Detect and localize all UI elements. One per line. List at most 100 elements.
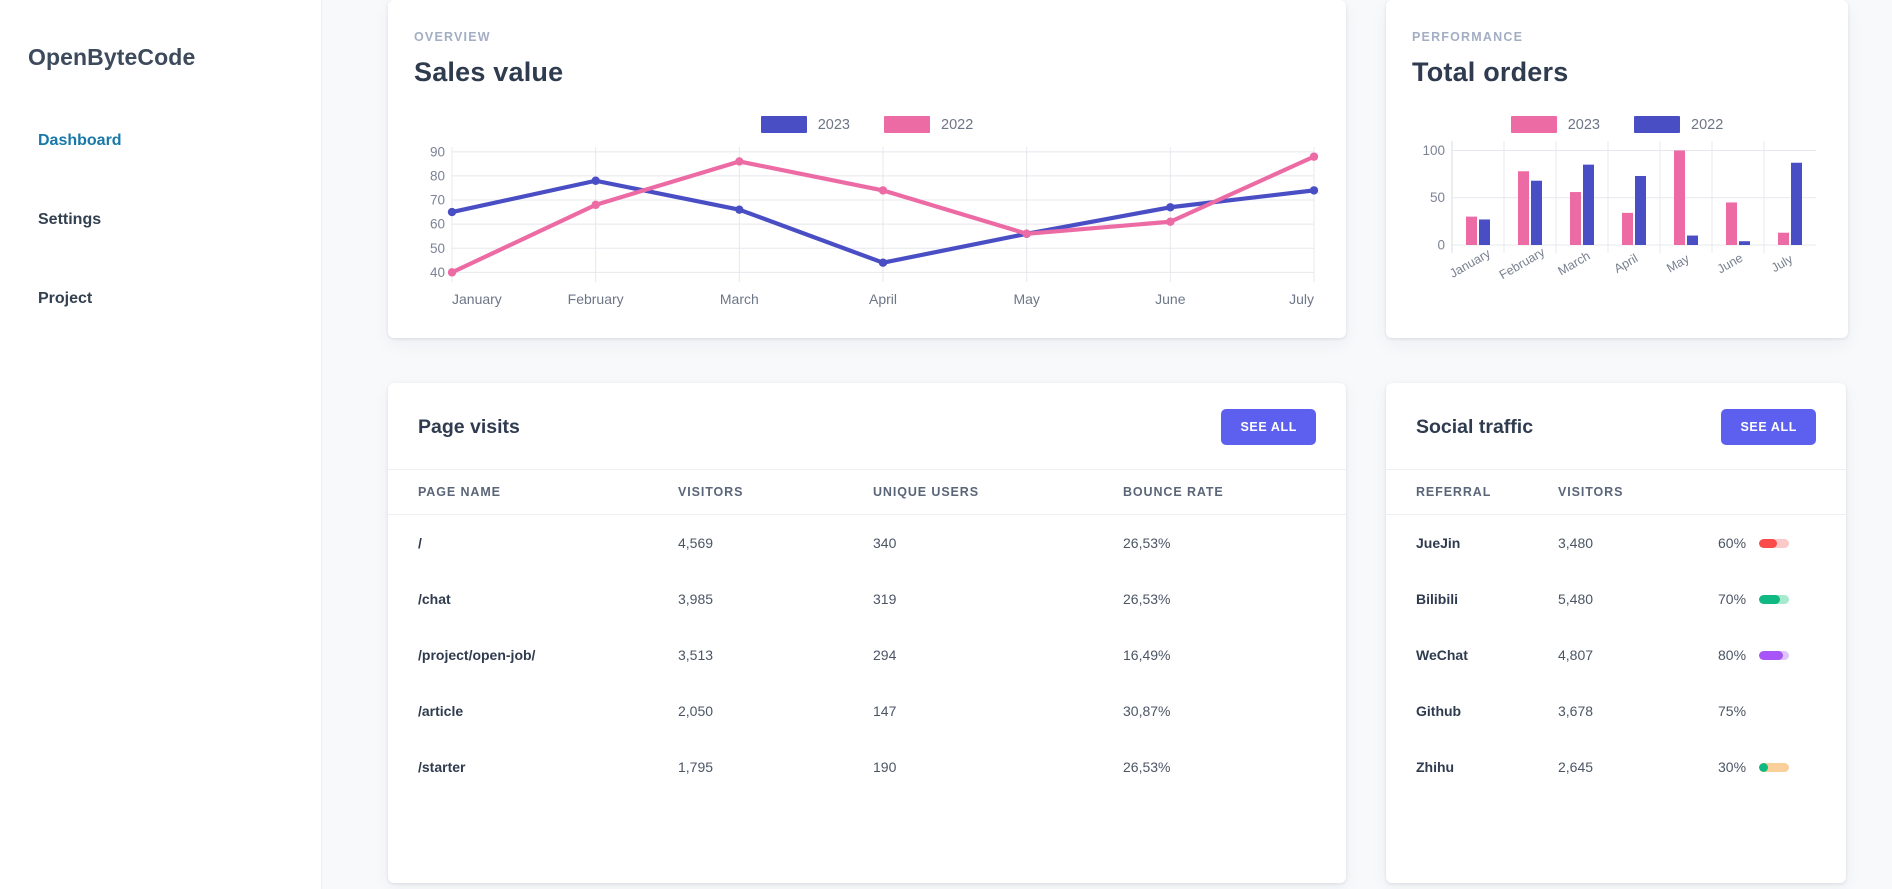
progress-bar <box>1759 538 1790 548</box>
percent-label: 30% <box>1718 759 1747 775</box>
data-point <box>878 186 888 195</box>
legend-swatch-2022 <box>884 116 930 133</box>
table-row[interactable]: WeChat 4,807 80% <box>1386 627 1846 683</box>
cell-visitors: 2,645 <box>1558 759 1594 775</box>
total-orders-bar-chart-svg: 050100January February March April May June Ju… <box>1422 141 1816 282</box>
social-traffic-see-all-button[interactable]: SEE ALL <box>1721 409 1816 445</box>
cell-unique-users: 190 <box>873 759 897 775</box>
progress-cell: 60% <box>1718 535 1846 551</box>
page-visits-title: Page visits <box>418 415 520 438</box>
table-row[interactable]: /chat 3,985 319 26,53% <box>388 571 1346 627</box>
cell-page-name: /chat <box>418 591 451 607</box>
legend-item-bar-2022[interactable]: 2022 <box>1634 116 1723 133</box>
cell-visitors: 4,807 <box>1558 647 1594 663</box>
progress-cell: 80% <box>1718 647 1846 663</box>
data-point <box>447 207 457 217</box>
cell-page-name: /starter <box>418 759 466 775</box>
data-point <box>878 258 888 267</box>
charts-row: OVERVIEW Sales value 2023 2022 40 50 60 70 8… <box>322 0 1864 338</box>
table-row[interactable]: JueJin 3,480 60% <box>1386 515 1846 572</box>
bar-2022-February <box>1531 180 1542 245</box>
orders-card-title: Total orders <box>1412 57 1569 87</box>
page-visits-thead: PAGE NAME VISITORS UNIQUE USERS BOUNCE R… <box>388 469 1346 515</box>
progress-bar <box>1759 594 1790 604</box>
progress-bar-fill <box>1759 650 1784 660</box>
x-axis-label: June <box>1155 291 1186 307</box>
progress-bar-fill <box>1759 594 1781 604</box>
sales-line-chart-svg: 40 50 60 70 80 90 January February March April May… <box>430 144 1319 307</box>
column-header-visitors: VISITORS <box>678 469 873 515</box>
dashboard-app: OpenByteCode Dashboard Settings Project … <box>0 0 1892 889</box>
cell-page-name: / <box>418 535 422 551</box>
y-axis-tick: 100 <box>1422 143 1445 158</box>
legend-label-2023: 2023 <box>1567 116 1600 133</box>
sales-value-card: OVERVIEW Sales value 2023 2022 40 50 60 70 8… <box>388 0 1346 338</box>
bar-2023-May <box>1674 150 1685 245</box>
table-row[interactable]: /project/open-job/3,513 294 16,49% <box>388 627 1346 683</box>
x-axis-label: January <box>452 291 502 307</box>
cell-visitors: 3,985 <box>678 591 714 607</box>
cell-visitors: 3,678 <box>1558 703 1594 719</box>
table-row[interactable]: Github 3,678 75% <box>1386 683 1846 739</box>
percent-label: 80% <box>1718 647 1747 663</box>
cell-bounce-rate: 16,49% <box>1123 647 1171 663</box>
page-visits-see-all-button[interactable]: SEE ALL <box>1221 409 1316 445</box>
legend-label-2022: 2022 <box>941 116 974 133</box>
page-visits-table: PAGE NAME VISITORS UNIQUE USERS BOUNCE R… <box>388 469 1346 795</box>
sidebar-item-settings[interactable]: Settings <box>0 198 321 242</box>
data-point <box>591 200 600 210</box>
column-header-page-name: PAGE NAME <box>388 469 678 515</box>
x-axis-label: April <box>869 291 897 307</box>
legend-label-2022: 2022 <box>1691 116 1724 133</box>
y-axis-tick: 70 <box>430 193 445 208</box>
sidebar-nav: Dashboard Settings Project <box>0 119 321 321</box>
cell-bounce-rate: 26,53% <box>1123 759 1171 775</box>
table-row[interactable]: /article 2,050 147 30,87% <box>388 683 1346 739</box>
data-point <box>1309 152 1319 161</box>
social-traffic-title: Social traffic <box>1416 415 1534 438</box>
bar-2023-July <box>1778 232 1789 245</box>
cell-percent: 75% <box>1718 683 1846 739</box>
x-axis-label: June <box>1715 251 1746 277</box>
brand-logo: OpenByteCode <box>28 44 196 70</box>
bar-2023-April <box>1622 212 1633 245</box>
table-row[interactable]: /starter 1,795 190 26,53% <box>388 739 1346 795</box>
cell-visitors: 4,569 <box>678 535 714 551</box>
progress-cell: 30% <box>1718 759 1846 775</box>
legend-item-2022[interactable]: 2022 <box>884 116 973 133</box>
x-axis-label: March <box>720 291 759 307</box>
percent-label: 70% <box>1718 591 1747 607</box>
page-visits-tbody: / 4,569 340 26,53% /chat 3,985 319 26,53% /proje… <box>388 515 1346 796</box>
legend-item-bar-2023[interactable]: 2023 <box>1510 116 1600 133</box>
percent-label: 75% <box>1718 703 1747 719</box>
table-row[interactable]: Zhihu 2,645 30% <box>1386 739 1846 795</box>
sidebar-item-label: Dashboard <box>38 132 122 149</box>
sidebar-item-project[interactable]: Project <box>0 277 321 321</box>
progress-bar-fill <box>1759 762 1769 772</box>
x-axis-label: May <box>1013 291 1039 307</box>
cell-visitors: 2,050 <box>678 703 714 719</box>
cell-bounce-rate: 26,53% <box>1123 591 1171 607</box>
legend-item-2023[interactable]: 2023 <box>760 116 850 133</box>
social-traffic-thead: REFERRAL VISITORS <box>1386 469 1846 515</box>
x-axis-label: July <box>1289 291 1314 307</box>
bar-2022-April <box>1635 175 1646 245</box>
bar-2023-June <box>1726 202 1737 245</box>
column-header-bounce-rate: BOUNCE RATE <box>1123 469 1346 515</box>
table-row[interactable]: / 4,569 340 26,53% <box>388 515 1346 572</box>
column-header-visitors: VISITORS <box>1558 469 1718 515</box>
y-axis-tick: 50 <box>430 241 445 256</box>
legend-label-2023: 2023 <box>817 116 850 133</box>
y-axis-tick: 60 <box>430 217 445 232</box>
bar-2022-July <box>1791 162 1802 245</box>
sidebar-item-dashboard[interactable]: Dashboard <box>0 119 321 163</box>
line-chart-legend: 2023 2022 <box>414 116 1320 133</box>
column-header-unique-users: UNIQUE USERS <box>873 469 1123 515</box>
table-row[interactable]: Bilibili 5,480 70% <box>1386 571 1846 627</box>
main-content: OVERVIEW Sales value 2023 2022 40 50 60 70 8… <box>322 0 1892 889</box>
cell-bounce-rate: 26,53% <box>1123 535 1171 551</box>
cell-bounce-rate: 30,87% <box>1123 703 1171 719</box>
cell-unique-users: 294 <box>873 647 897 663</box>
cell-page-name: /project/open-job/ <box>418 647 536 663</box>
x-axis-label: January <box>1447 246 1493 281</box>
